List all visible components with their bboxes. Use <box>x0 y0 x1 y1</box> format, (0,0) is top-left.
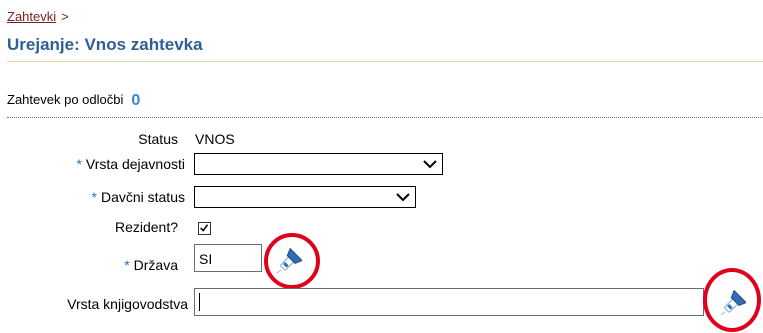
flashlight-search-icon[interactable] <box>274 248 302 276</box>
rezident-checkbox[interactable] <box>198 222 211 235</box>
page-title: Urejanje: Vnos zahtevka <box>7 35 203 54</box>
count-label: Zahtevek po odločbi <box>7 92 124 107</box>
required-marker: * <box>124 257 130 273</box>
count-row: Zahtevek po odločbi 0 <box>7 91 140 109</box>
davcni-status-label: * Davčni status <box>92 189 186 205</box>
title-divider <box>7 61 763 62</box>
vrsta-knjigovodstva-input[interactable] <box>194 288 704 316</box>
breadcrumb-link-zahtevki[interactable]: Zahtevki <box>7 9 56 24</box>
vrsta-dejavnosti-select[interactable] <box>194 153 443 175</box>
vrsta-dejavnosti-label: * Vrsta dejavnosti <box>76 156 185 172</box>
status-value: VNOS <box>195 131 235 147</box>
vrsta-knjigovodstva-label: Vrsta knjigovodstva <box>67 296 188 312</box>
drzava-input[interactable]: SI <box>194 244 262 272</box>
required-marker: * <box>91 189 97 205</box>
count-value: 0 <box>131 92 141 109</box>
text-cursor <box>199 293 200 311</box>
page: Zahtevki > Urejanje: Vnos zahtevka Zahtev… <box>0 0 763 333</box>
rezident-label: Rezident? <box>114 219 178 235</box>
breadcrumb: Zahtevki > <box>7 9 69 24</box>
drzava-label-text: Država <box>133 257 178 273</box>
davcni-status-select[interactable] <box>194 186 416 208</box>
flashlight-search-icon[interactable] <box>718 290 746 318</box>
required-marker: * <box>76 156 82 172</box>
davcni-status-label-text: Davčni status <box>100 189 185 205</box>
vrsta-dejavnosti-label-text: Vrsta dejavnosti <box>85 156 185 172</box>
status-label: Status <box>138 131 178 147</box>
section-divider <box>7 117 763 118</box>
checkmark-icon <box>200 224 209 232</box>
chevron-down-icon <box>396 193 410 202</box>
breadcrumb-separator: > <box>61 9 69 24</box>
chevron-down-icon <box>423 160 437 169</box>
drzava-label: * Država <box>124 257 178 273</box>
